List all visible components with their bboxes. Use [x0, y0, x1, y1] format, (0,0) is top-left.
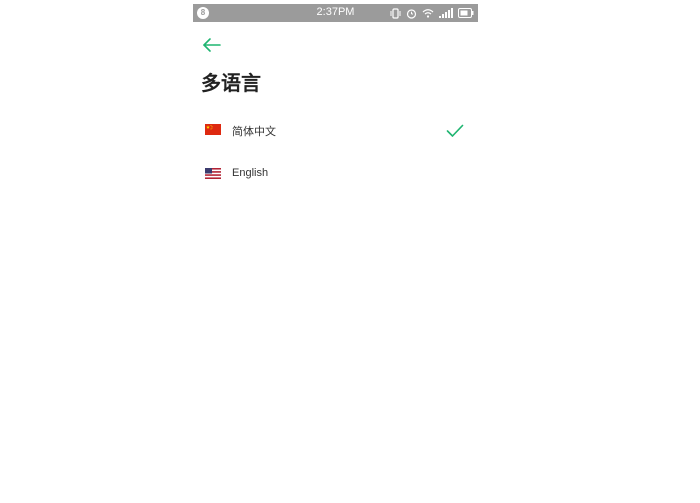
status-icons — [390, 6, 474, 20]
page-title: 多语言 — [201, 71, 261, 95]
signal-icon — [439, 8, 453, 18]
alarm-icon — [406, 8, 417, 19]
language-item-chinese[interactable]: 简体中文 — [193, 108, 478, 152]
language-item-english[interactable]: English — [193, 152, 478, 196]
language-label: English — [232, 167, 269, 179]
checkmark-icon — [446, 124, 464, 137]
arrow-left-icon — [203, 38, 221, 52]
language-list: 简体中文 English — [193, 108, 478, 196]
status-bar: 8 2:37PM — [193, 4, 478, 22]
battery-icon — [458, 8, 474, 18]
china-flag-icon — [205, 124, 221, 135]
wifi-icon — [422, 8, 434, 18]
us-flag-icon — [205, 168, 221, 179]
language-label: 简体中文 — [232, 126, 276, 138]
phone-screen: 8 2:37PM 多语言 简体中文 English — [193, 0, 478, 503]
vibrate-icon — [390, 7, 401, 19]
back-button[interactable] — [201, 36, 223, 54]
